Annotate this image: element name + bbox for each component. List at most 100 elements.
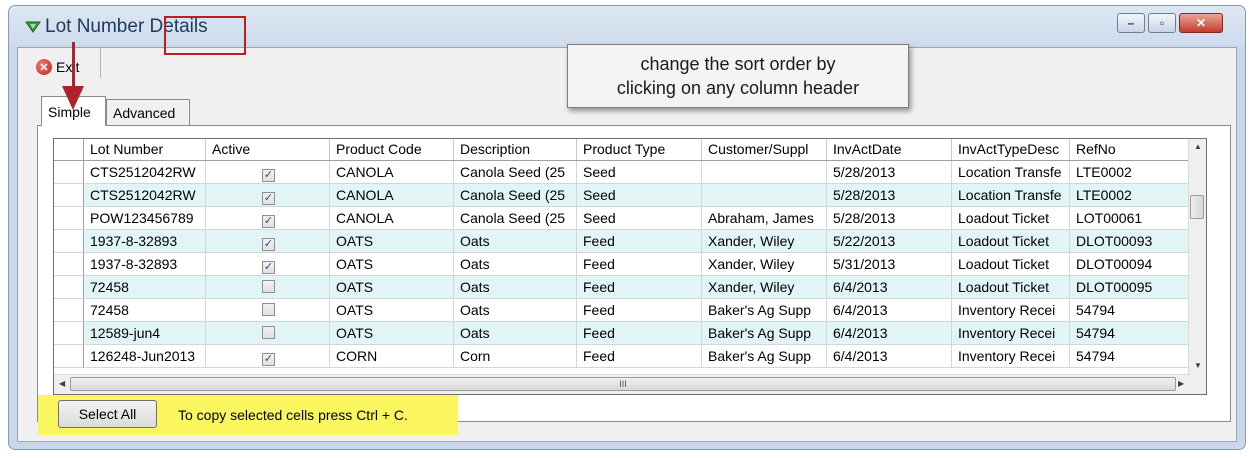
cell-invact-date[interactable]: 5/28/2013 bbox=[827, 184, 952, 207]
row-selector[interactable] bbox=[54, 161, 84, 184]
cell-description[interactable]: Canola Seed (25 bbox=[454, 184, 577, 207]
vertical-scroll-thumb[interactable] bbox=[1190, 195, 1204, 219]
cell-customer-supplier[interactable]: Xander, Wiley bbox=[702, 276, 827, 299]
maximize-button[interactable]: ▫ bbox=[1148, 13, 1176, 33]
cell-active[interactable]: ✓ bbox=[206, 161, 330, 184]
horizontal-scrollbar[interactable]: ◀ III ▶ bbox=[54, 374, 1191, 394]
horizontal-scroll-thumb[interactable]: III bbox=[70, 377, 1176, 391]
unchecked-checkbox[interactable] bbox=[262, 326, 275, 339]
cell-lot-number[interactable]: 72458 bbox=[84, 299, 206, 322]
vertical-scrollbar[interactable]: ▲ ▼ bbox=[1188, 139, 1206, 375]
column-header-product-code[interactable]: Product Code bbox=[330, 139, 454, 160]
cell-ref-no[interactable]: LTE0002 bbox=[1070, 184, 1190, 207]
cell-product-code[interactable]: OATS bbox=[330, 253, 454, 276]
cell-invact-type-desc[interactable]: Location Transfe bbox=[952, 184, 1070, 207]
cell-ref-no[interactable]: DLOT00094 bbox=[1070, 253, 1190, 276]
row-selector[interactable] bbox=[54, 276, 84, 299]
cell-invact-type-desc[interactable]: Loadout Ticket bbox=[952, 276, 1070, 299]
column-header-description[interactable]: Description bbox=[454, 139, 577, 160]
unchecked-checkbox[interactable] bbox=[262, 303, 275, 316]
cell-ref-no[interactable]: LOT00061 bbox=[1070, 207, 1190, 230]
cell-lot-number[interactable]: 72458 bbox=[84, 276, 206, 299]
cell-invact-type-desc[interactable]: Loadout Ticket bbox=[952, 207, 1070, 230]
scroll-down-arrow-icon[interactable]: ▼ bbox=[1194, 361, 1202, 370]
table-row[interactable]: CTS2512042RW ✓ CANOLA Canola Seed (25 Seed 5/… bbox=[54, 184, 1190, 207]
checked-checkbox[interactable]: ✓ bbox=[262, 192, 275, 205]
unchecked-checkbox[interactable] bbox=[262, 280, 275, 293]
cell-product-type[interactable]: Feed bbox=[577, 322, 702, 345]
row-selector[interactable] bbox=[54, 253, 84, 276]
cell-ref-no[interactable]: DLOT00093 bbox=[1070, 230, 1190, 253]
cell-description[interactable]: Oats bbox=[454, 299, 577, 322]
cell-product-type[interactable]: Feed bbox=[577, 230, 702, 253]
column-header-active[interactable]: Active bbox=[206, 139, 330, 160]
cell-product-type[interactable]: Feed bbox=[577, 345, 702, 368]
tab-advanced[interactable]: Advanced bbox=[106, 99, 190, 125]
cell-lot-number[interactable]: CTS2512042RW bbox=[84, 184, 206, 207]
cell-product-code[interactable]: CANOLA bbox=[330, 207, 454, 230]
column-header-product-type[interactable]: Product Type bbox=[577, 139, 702, 160]
cell-invact-date[interactable]: 5/28/2013 bbox=[827, 207, 952, 230]
cell-product-type[interactable]: Seed bbox=[577, 184, 702, 207]
cell-product-type[interactable]: Feed bbox=[577, 253, 702, 276]
column-header-invact-type-desc[interactable]: InvActTypeDesc bbox=[952, 139, 1070, 160]
checked-checkbox[interactable]: ✓ bbox=[262, 353, 275, 366]
cell-invact-date[interactable]: 6/4/2013 bbox=[827, 345, 952, 368]
cell-active[interactable] bbox=[206, 276, 330, 299]
checked-checkbox[interactable]: ✓ bbox=[262, 261, 275, 274]
scroll-right-arrow-icon[interactable]: ▶ bbox=[1178, 379, 1184, 388]
row-selector[interactable] bbox=[54, 299, 84, 322]
cell-ref-no[interactable]: LTE0002 bbox=[1070, 161, 1190, 184]
column-header-invact-date[interactable]: InvActDate bbox=[827, 139, 952, 160]
checked-checkbox[interactable]: ✓ bbox=[262, 238, 275, 251]
checked-checkbox[interactable]: ✓ bbox=[262, 215, 275, 228]
row-selector[interactable] bbox=[54, 184, 84, 207]
cell-customer-supplier[interactable] bbox=[702, 184, 827, 207]
cell-lot-number[interactable]: 1937-8-32893 bbox=[84, 253, 206, 276]
table-row[interactable]: 12589-jun4 OATS Oats Feed Baker's Ag Supp 6/4… bbox=[54, 322, 1190, 345]
cell-active[interactable]: ✓ bbox=[206, 253, 330, 276]
cell-description[interactable]: Oats bbox=[454, 276, 577, 299]
cell-lot-number[interactable]: POW123456789 bbox=[84, 207, 206, 230]
cell-description[interactable]: Oats bbox=[454, 253, 577, 276]
cell-active[interactable]: ✓ bbox=[206, 230, 330, 253]
cell-product-code[interactable]: OATS bbox=[330, 230, 454, 253]
scroll-left-arrow-icon[interactable]: ◀ bbox=[59, 379, 65, 388]
cell-customer-supplier[interactable] bbox=[702, 161, 827, 184]
cell-product-type[interactable]: Seed bbox=[577, 207, 702, 230]
table-row[interactable]: 126248-Jun2013 ✓ CORN Corn Feed Baker's Ag Su… bbox=[54, 345, 1190, 368]
cell-lot-number[interactable]: 1937-8-32893 bbox=[84, 230, 206, 253]
cell-active[interactable]: ✓ bbox=[206, 207, 330, 230]
table-row[interactable]: CTS2512042RW ✓ CANOLA Canola Seed (25 Seed 5/… bbox=[54, 161, 1190, 184]
cell-invact-date[interactable]: 5/22/2013 bbox=[827, 230, 952, 253]
cell-active[interactable] bbox=[206, 299, 330, 322]
cell-product-type[interactable]: Feed bbox=[577, 276, 702, 299]
cell-invact-type-desc[interactable]: Inventory Recei bbox=[952, 299, 1070, 322]
cell-customer-supplier[interactable]: Abraham, James bbox=[702, 207, 827, 230]
cell-invact-date[interactable]: 6/4/2013 bbox=[827, 299, 952, 322]
cell-invact-date[interactable]: 6/4/2013 bbox=[827, 322, 952, 345]
cell-customer-supplier[interactable]: Baker's Ag Supp bbox=[702, 345, 827, 368]
cell-product-code[interactable]: OATS bbox=[330, 299, 454, 322]
cell-description[interactable]: Canola Seed (25 bbox=[454, 207, 577, 230]
table-row[interactable]: POW123456789 ✓ CANOLA Canola Seed (25 Seed Ab… bbox=[54, 207, 1190, 230]
cell-invact-type-desc[interactable]: Loadout Ticket bbox=[952, 230, 1070, 253]
cell-customer-supplier[interactable]: Baker's Ag Supp bbox=[702, 322, 827, 345]
cell-description[interactable]: Corn bbox=[454, 345, 577, 368]
cell-product-type[interactable]: Seed bbox=[577, 161, 702, 184]
column-header-lot-number[interactable]: Lot Number bbox=[84, 139, 206, 160]
cell-product-code[interactable]: OATS bbox=[330, 276, 454, 299]
row-selector[interactable] bbox=[54, 345, 84, 368]
table-row[interactable]: 72458 OATS Oats Feed Baker's Ag Supp 6/4/2013… bbox=[54, 299, 1190, 322]
cell-lot-number[interactable]: 126248-Jun2013 bbox=[84, 345, 206, 368]
cell-customer-supplier[interactable]: Baker's Ag Supp bbox=[702, 299, 827, 322]
cell-lot-number[interactable]: CTS2512042RW bbox=[84, 161, 206, 184]
lot-details-grid[interactable]: Lot Number Active Product Code Description P… bbox=[53, 138, 1207, 395]
cell-product-code[interactable]: CORN bbox=[330, 345, 454, 368]
row-selector[interactable] bbox=[54, 230, 84, 253]
cell-invact-type-desc[interactable]: Location Transfe bbox=[952, 161, 1070, 184]
cell-customer-supplier[interactable]: Xander, Wiley bbox=[702, 253, 827, 276]
cell-invact-date[interactable]: 5/28/2013 bbox=[827, 161, 952, 184]
cell-product-code[interactable]: OATS bbox=[330, 322, 454, 345]
cell-product-code[interactable]: CANOLA bbox=[330, 184, 454, 207]
